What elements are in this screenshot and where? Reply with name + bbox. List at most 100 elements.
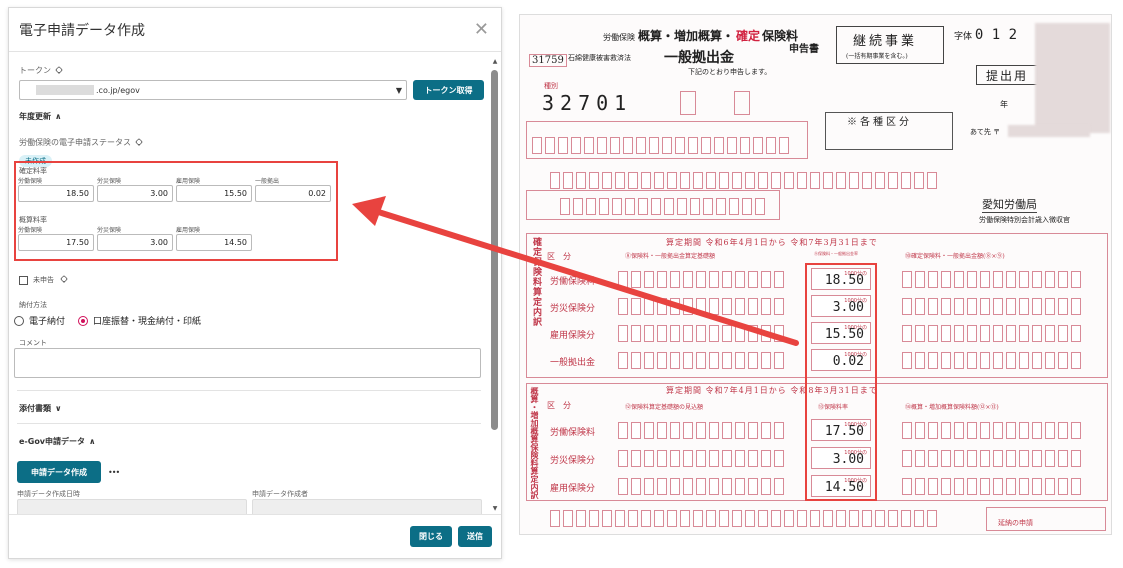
payment-option-label: 口座振替・現金納付・印紙 bbox=[93, 317, 202, 327]
token-select[interactable]: .co.jp/egov ▼ bbox=[19, 80, 407, 100]
rate-input[interactable]: 3.00 bbox=[97, 185, 173, 202]
form-cell bbox=[734, 91, 750, 115]
base-amount-cells bbox=[618, 298, 784, 315]
col-base-label: ⑧保険料・一般拠出金算定基礎額 bbox=[625, 253, 716, 260]
form-row-label: 雇用保険分 bbox=[550, 331, 596, 341]
kubun-label: 区 分 bbox=[547, 401, 571, 410]
field-label: 雇用保険 bbox=[176, 227, 201, 234]
egov-toggle[interactable]: e-Gov申請データ ∧ bbox=[19, 436, 96, 447]
egov-header: e-Gov申請データ bbox=[19, 437, 86, 446]
fixed-rate-field: 一般拠出 0.02 bbox=[255, 176, 331, 202]
form-row-label: 労災保険分 bbox=[550, 456, 596, 466]
scrollbar[interactable]: ▲ ▼ bbox=[491, 56, 499, 512]
attachments-toggle[interactable]: 添付書類 ∨ bbox=[19, 403, 62, 414]
estimated-rate-field: 労災保険 3.00 bbox=[97, 225, 173, 251]
lightbulb-icon bbox=[54, 65, 64, 76]
form-row-label: 労災保険分 bbox=[550, 304, 596, 314]
form-title-report: 申告書 bbox=[789, 44, 819, 55]
delayed-label: 延納の申請 bbox=[998, 519, 1033, 527]
amount-cells bbox=[902, 325, 1081, 342]
e-application-dialog: 電子申請データ作成 ✕ ▲ ▼ トークン .co.jp/egov ▼ トークン取… bbox=[8, 7, 502, 559]
comment-textarea[interactable] bbox=[14, 348, 481, 378]
send-button[interactable]: 送信 bbox=[458, 526, 492, 547]
payment-method-label: 納付方法 bbox=[19, 301, 47, 309]
addressee: あて先 〒 bbox=[970, 128, 1001, 136]
fixed-rate-field: 労災保険 3.00 bbox=[97, 176, 173, 202]
form-code: 31759 bbox=[529, 54, 567, 67]
not-applied-checkbox[interactable] bbox=[19, 275, 28, 285]
annual-update-header: 年度更新 bbox=[19, 112, 51, 121]
fixed-rate-fields: 労働保険 18.50 労災保険 3.00 雇用保険 15.50 一般拠出 0.0… bbox=[18, 176, 331, 202]
form-title-main: 概算・増加概算・ bbox=[638, 29, 735, 43]
radio-bank-transfer[interactable] bbox=[78, 315, 89, 326]
cell-row bbox=[550, 172, 937, 189]
rate-input[interactable]: 0.02 bbox=[255, 185, 331, 202]
payment-option-label: 電子納付 bbox=[29, 317, 66, 327]
office-sub: 労働保険特別会計歳入徴収官 bbox=[979, 216, 1070, 224]
form-row-label: 一般拠出金 bbox=[550, 358, 596, 368]
office: 愛知労働局 bbox=[982, 198, 1037, 213]
number-label: 種別 bbox=[544, 82, 558, 90]
close-button[interactable]: 閉じる bbox=[410, 526, 452, 547]
rate-input[interactable]: 15.50 bbox=[176, 185, 252, 202]
close-icon[interactable]: ✕ bbox=[474, 19, 489, 40]
lightbulb-icon bbox=[59, 275, 69, 285]
divider bbox=[17, 423, 481, 424]
chevron-up-icon: ∧ bbox=[89, 437, 96, 446]
field-label: 一般拠出 bbox=[255, 178, 280, 185]
rate-input[interactable]: 3.00 bbox=[97, 234, 173, 251]
base-amount-cells bbox=[618, 271, 784, 288]
lightbulb-icon bbox=[134, 137, 144, 148]
fixed-rate-field: 雇用保険 15.50 bbox=[176, 176, 252, 202]
amount-cells bbox=[902, 450, 1081, 467]
amount-cells bbox=[902, 271, 1081, 288]
estimated-rate-label: 概算料率 bbox=[19, 216, 47, 224]
token-label-row: トークン bbox=[19, 65, 484, 76]
scroll-down-icon[interactable]: ▼ bbox=[491, 505, 499, 512]
rate-input[interactable]: 17.50 bbox=[18, 234, 94, 251]
chevron-down-icon[interactable]: ▼ bbox=[396, 86, 402, 95]
kubun-label: 区 分 bbox=[547, 252, 571, 261]
col-amount2-label: ⑭概算・増加概算保険料額(⑫×⑬) bbox=[905, 404, 999, 411]
submit-label: 提出用 bbox=[986, 69, 1029, 83]
estimated-rate-field: 雇用保険 14.50 bbox=[176, 225, 252, 251]
dialog-title: 電子申請データ作成 bbox=[19, 22, 145, 39]
rate-input[interactable]: 14.50 bbox=[176, 234, 252, 251]
base-amount-cells bbox=[618, 478, 784, 495]
fixed-rate-field: 労働保険 18.50 bbox=[18, 176, 94, 202]
scroll-up-icon[interactable]: ▲ bbox=[491, 58, 499, 65]
field-label: 労働保険 bbox=[18, 227, 43, 234]
type-number: 32701 bbox=[542, 91, 633, 115]
radio-electronic-payment[interactable] bbox=[14, 315, 24, 326]
base-amount-cells bbox=[618, 450, 784, 467]
dialog-footer: 閉じる 送信 bbox=[9, 514, 501, 558]
amount-cells bbox=[902, 478, 1081, 495]
not-applied-label: 未申告 bbox=[33, 276, 54, 284]
rate-column-highlight bbox=[805, 263, 877, 501]
create-application-data-button[interactable]: 申請データ作成 bbox=[17, 461, 101, 483]
amount-cells bbox=[902, 352, 1081, 369]
classification: ※各種区分 bbox=[847, 117, 912, 128]
amount-cells bbox=[902, 298, 1081, 315]
rate-input[interactable]: 18.50 bbox=[18, 185, 94, 202]
dialog-body: トークン .co.jp/egov ▼ トークン取得 年度更新 ∧ 労働保険の電子… bbox=[9, 53, 490, 514]
scroll-thumb[interactable] bbox=[491, 70, 498, 430]
chevron-down-icon: ∨ bbox=[55, 404, 62, 413]
dialog-header: 電子申請データ作成 ✕ bbox=[9, 8, 501, 52]
field-label: 雇用保険 bbox=[176, 178, 201, 185]
more-options-icon[interactable]: ••• bbox=[108, 468, 120, 477]
form-title-prefix: 労働保険 bbox=[603, 33, 635, 42]
get-token-button[interactable]: トークン取得 bbox=[413, 80, 484, 100]
col-base2-label: ⑫保険料算定基礎額の見込額 bbox=[625, 404, 704, 411]
base-amount-cells bbox=[618, 352, 784, 369]
base-amount-cells bbox=[618, 422, 784, 439]
fixed-rate-label: 確定料率 bbox=[19, 167, 47, 175]
cell-row bbox=[532, 137, 789, 154]
field-label: 労災保険 bbox=[97, 227, 122, 234]
cell-row bbox=[560, 198, 765, 215]
labor-insurance-form-image: 31759 労働保険 概算・増加概算・ 確定 保険料 申告書 石綿健康被害救済法… bbox=[519, 14, 1112, 535]
masked-area bbox=[1035, 23, 1110, 133]
divider bbox=[17, 390, 481, 391]
created-by-field bbox=[252, 499, 482, 514]
annual-update-toggle[interactable]: 年度更新 ∧ bbox=[19, 111, 62, 122]
